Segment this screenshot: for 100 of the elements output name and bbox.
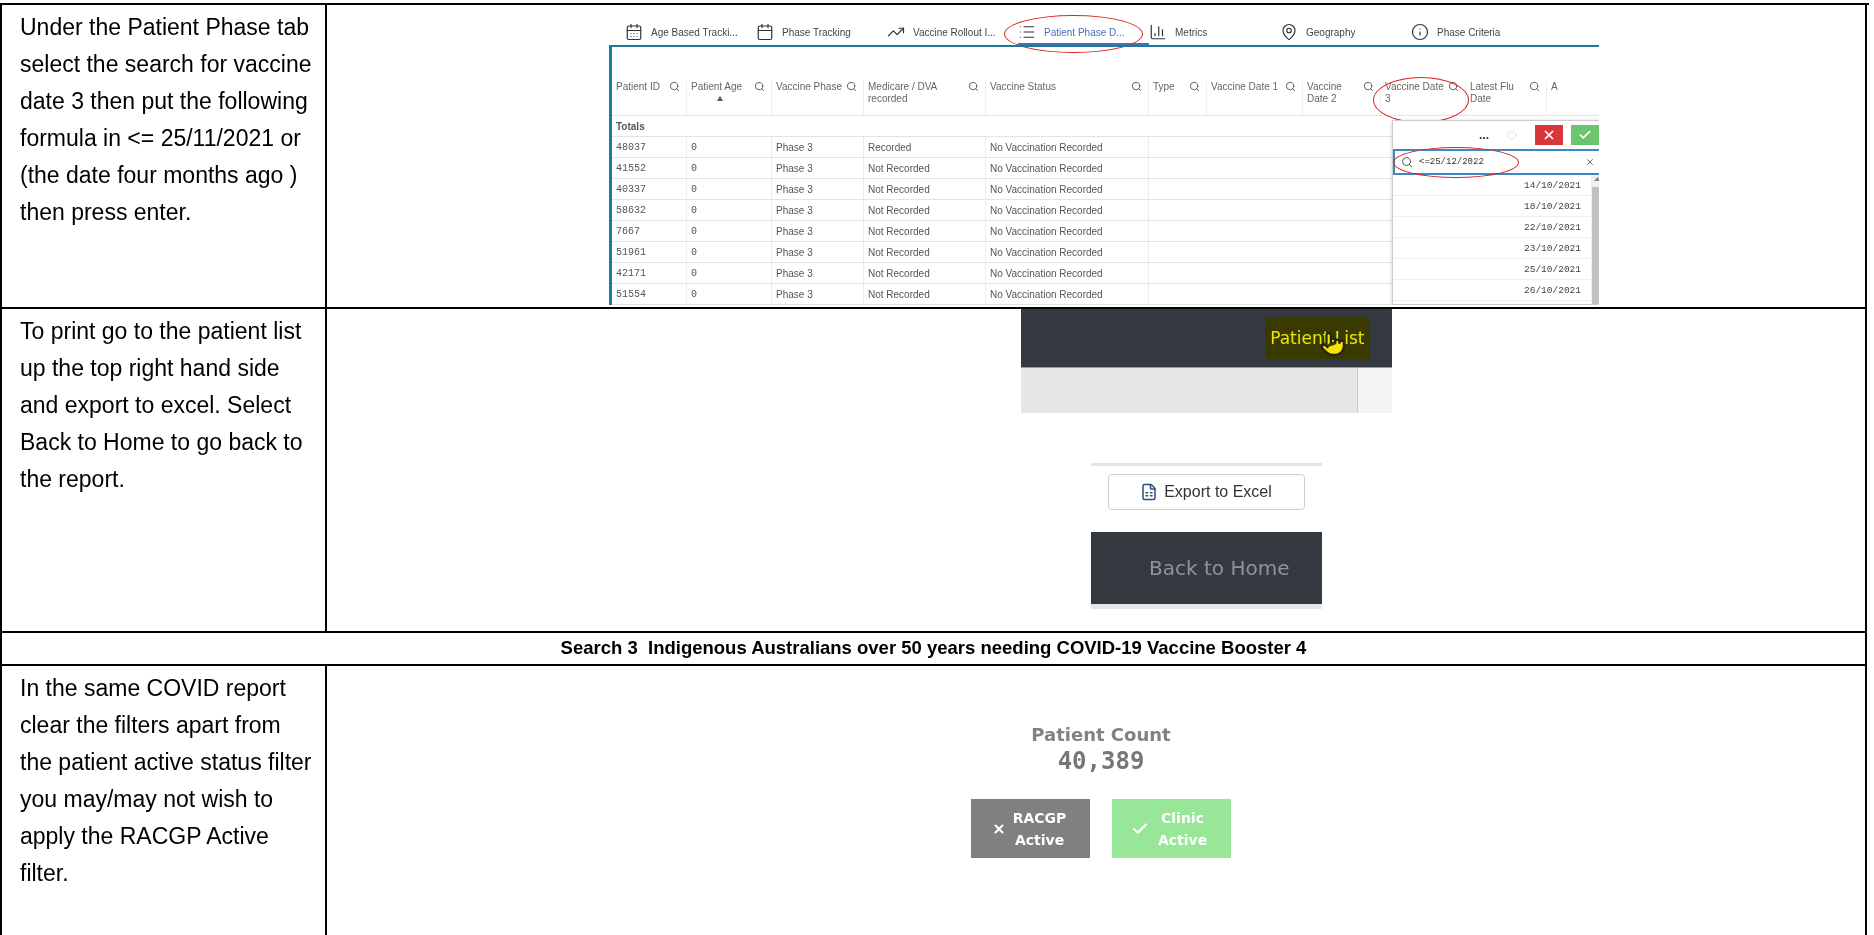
table-cell: No Vaccination Recorded [986,242,1149,262]
table-cell: 0 [687,242,772,262]
table-cell: Not Recorded [864,179,986,199]
table-cell: No Vaccination Recorded [986,158,1149,178]
table-cell: No Vaccination Recorded [986,263,1149,283]
tab[interactable]: Metrics [1149,21,1280,45]
date-option[interactable]: 23/10/2021 [1393,238,1591,259]
table-cell: 51961 [612,242,687,262]
table-cell: Phase 3 [772,200,864,220]
count-label: Patient Count [1031,724,1171,745]
column-header[interactable]: Type [1153,81,1175,101]
back-to-home-button[interactable]: Back to Home [1090,532,1322,609]
totals-label: Totals [615,119,646,134]
column-header[interactable]: Vaccine Status [990,81,1056,101]
column-header[interactable]: Patient Age [691,81,743,101]
tab[interactable]: Vaccine Rollout I... [887,21,1018,45]
tab[interactable]: Phase Tracking [756,21,887,45]
tab-icon [1149,23,1167,41]
date-option[interactable]: 18/10/2021 [1393,196,1591,217]
tab[interactable]: Age Based Tracki... [625,21,756,45]
instruction-text: To print go to the patient list up the top right hand side and export to excel. Select Back to Home to go back to the report. [19,317,304,494]
tab-icon [1018,23,1036,41]
scroll-up-arrow-icon[interactable] [1593,177,1599,181]
tab[interactable]: Geography [1280,21,1411,45]
table-cell: No Vaccination Recorded [986,221,1149,241]
cancel-button[interactable] [1535,125,1563,145]
table-cell: 58632 [612,200,687,220]
tab[interactable]: Phase Criteria [1411,21,1542,45]
search-icon[interactable] [968,81,979,92]
table-cell: Phase 3 [772,242,864,262]
search-icon[interactable] [1189,81,1200,92]
table-cell: 41552 [612,158,687,178]
table-cell: Recorded [864,137,986,157]
column-header[interactable]: Vaccine Phase [776,81,842,101]
table-cell: Phase 3 [772,179,864,199]
tab-icon [625,23,643,41]
table-cell: 0 [687,263,772,283]
table-cell: No Vaccination Recorded [986,200,1149,220]
date-option[interactable]: 26/10/2021 [1393,280,1591,301]
tab-icon [1280,23,1298,41]
close-icon [1542,128,1556,142]
column-header[interactable]: Vaccine Date 2 [1307,81,1363,113]
tab[interactable]: Patient Phase D... [1018,21,1149,45]
table-cell: Phase 3 [772,221,864,241]
table-cell: 40337 [612,179,687,199]
section-heading: Search 3 Indigenous Australians over 50 years needing COVID-19 Vaccine Booster 4 [559,636,1308,660]
date-option[interactable]: 22/10/2021 [1393,217,1591,238]
instruction-text: Under the Patient Phase tab select the search for vaccine date 3 then put the following formula in <= 25/11/2021 or (the date four months ago ) then press enter. [19,13,313,227]
table-cell: Phase 3 [772,158,864,178]
date-option[interactable]: 14/10/2021 [1393,175,1591,196]
table-cell: Not Recorded [864,200,986,220]
search-icon[interactable] [1363,81,1374,92]
table-cell: 0 [687,158,772,178]
table-cell: 0 [687,179,772,199]
search-icon[interactable] [1529,81,1540,92]
spreadsheet-file-icon [1140,483,1159,501]
date-option[interactable]: 25/10/2021 [1393,259,1591,280]
export-to-excel-button[interactable]: Export to Excel [1107,474,1305,510]
table-cell: No Vaccination Recorded [986,179,1149,199]
search-icon [1401,156,1413,168]
check-icon [1578,128,1592,142]
tab-icon [756,23,774,41]
column-header[interactable]: A [1551,81,1558,101]
table-cell: Not Recorded [864,158,986,178]
table-cell: 0 [687,200,772,220]
table-cell: Phase 3 [772,284,864,304]
column-header[interactable]: Latest Flu Date [1470,81,1529,113]
search-icon[interactable] [1131,81,1142,92]
table-cell: 0 [687,284,772,304]
table-cell: 0 [687,221,772,241]
table-cell: Not Recorded [864,284,986,304]
search-icon[interactable] [846,81,857,92]
table-cell: No Vaccination Recorded [986,137,1149,157]
filter-chip[interactable]: RACGP Active [971,799,1090,858]
instruction-text: In the same COVID report clear the filters apart from the patient active status filter you may/may not wish to apply the RACGP Active filter. [19,674,313,888]
table-cell: Phase 3 [772,263,864,283]
more-menu[interactable]: ... [1479,128,1489,142]
search-icon[interactable] [754,81,765,92]
table-cell: 42171 [612,263,687,283]
search-icon[interactable] [1448,81,1459,92]
search-icon[interactable] [669,81,680,92]
column-header[interactable]: Vaccine Date 3 [1385,81,1448,113]
table-cell: 48037 [612,137,687,157]
table-cell: 7667 [612,221,687,241]
table-cell: 51554 [612,284,687,304]
tab-icon [1411,23,1429,41]
clear-icon[interactable] [1585,157,1595,167]
patient-count: 40,389 [1057,747,1145,775]
table-cell: Phase 3 [772,137,864,157]
close-icon [991,821,1006,836]
table-cell: Not Recorded [864,263,986,283]
column-header[interactable]: Medicare / DVA recorded [868,81,968,113]
column-header[interactable]: Patient ID [616,81,660,101]
table-cell: 0 [687,137,772,157]
search-input[interactable]: <=25/12/2022 [1417,156,1581,168]
column-header[interactable]: Vaccine Date 1 [1211,81,1279,101]
search-icon[interactable] [1285,81,1296,92]
table-cell: Not Recorded [864,221,986,241]
table-cell: Not Recorded [864,242,986,262]
filter-search-field[interactable]: <=25/12/2022 [1393,149,1599,175]
